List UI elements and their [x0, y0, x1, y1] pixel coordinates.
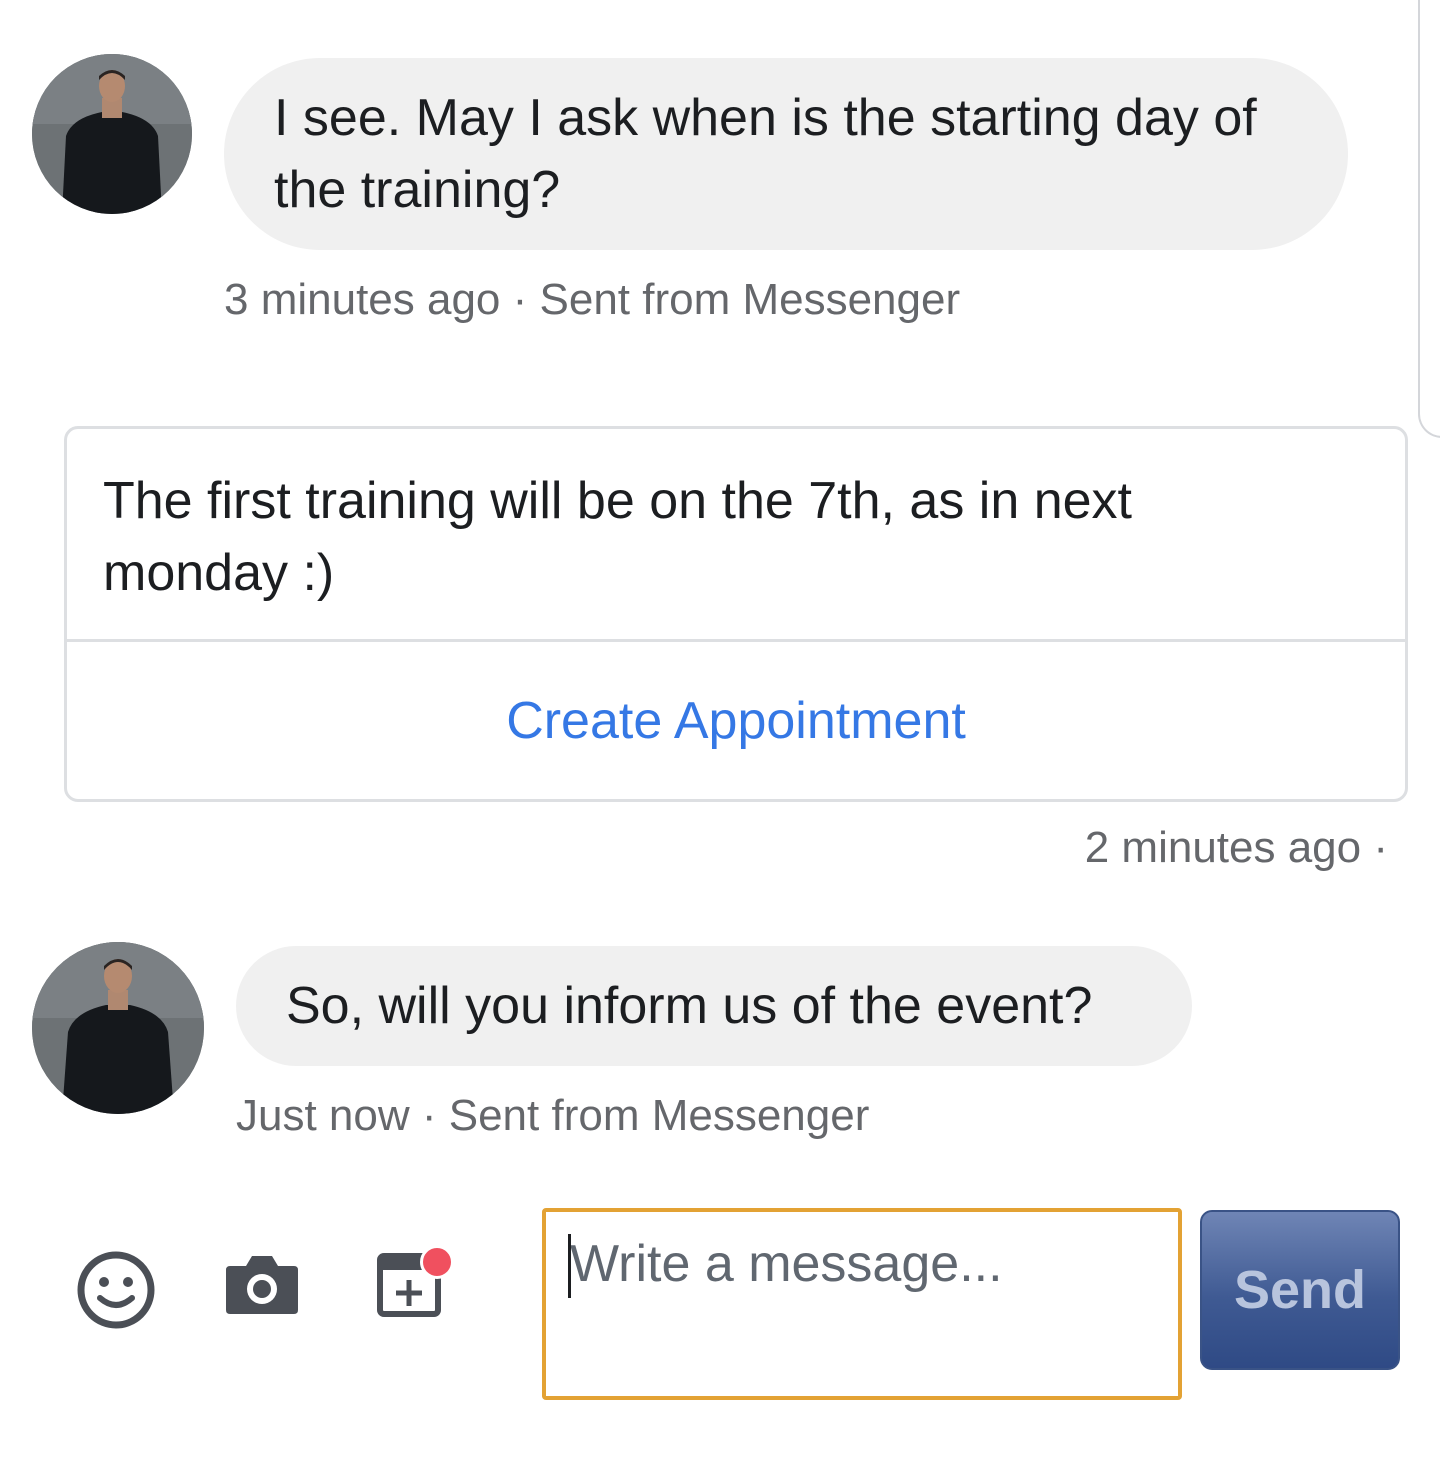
- profile-photo: [32, 942, 204, 1114]
- send-button[interactable]: Send: [1200, 1210, 1400, 1370]
- message-meta: 3 minutes ago · Sent from Messenger: [224, 275, 961, 324]
- incoming-message-bubble: I see. May I ask when is the starting da…: [224, 58, 1348, 250]
- message-text: The first training will be on the 7th, a…: [103, 472, 1132, 602]
- emoji-button[interactable]: [74, 1248, 158, 1332]
- notification-dot: [420, 1245, 454, 1279]
- message-text: So, will you inform us of the event?: [286, 977, 1093, 1035]
- incoming-message-bubble: So, will you inform us of the event?: [236, 946, 1192, 1066]
- smiley-icon: [77, 1251, 155, 1329]
- camera-icon: [226, 1256, 298, 1314]
- text-cursor: [568, 1234, 571, 1298]
- outgoing-message-card: The first training will be on the 7th, a…: [64, 426, 1408, 802]
- message-meta: 2 minutes ago ·: [1084, 823, 1388, 872]
- avatar[interactable]: [32, 942, 204, 1114]
- message-text: I see. May I ask when is the starting da…: [274, 89, 1257, 219]
- create-appointment-button[interactable]: Create Appointment: [67, 642, 1405, 799]
- camera-button[interactable]: [224, 1252, 300, 1316]
- scrollbar-track[interactable]: [1418, 0, 1440, 438]
- message-input[interactable]: [542, 1208, 1182, 1400]
- avatar[interactable]: [32, 54, 192, 214]
- message-meta: Just now · Sent from Messenger: [236, 1091, 870, 1140]
- profile-photo: [32, 54, 192, 214]
